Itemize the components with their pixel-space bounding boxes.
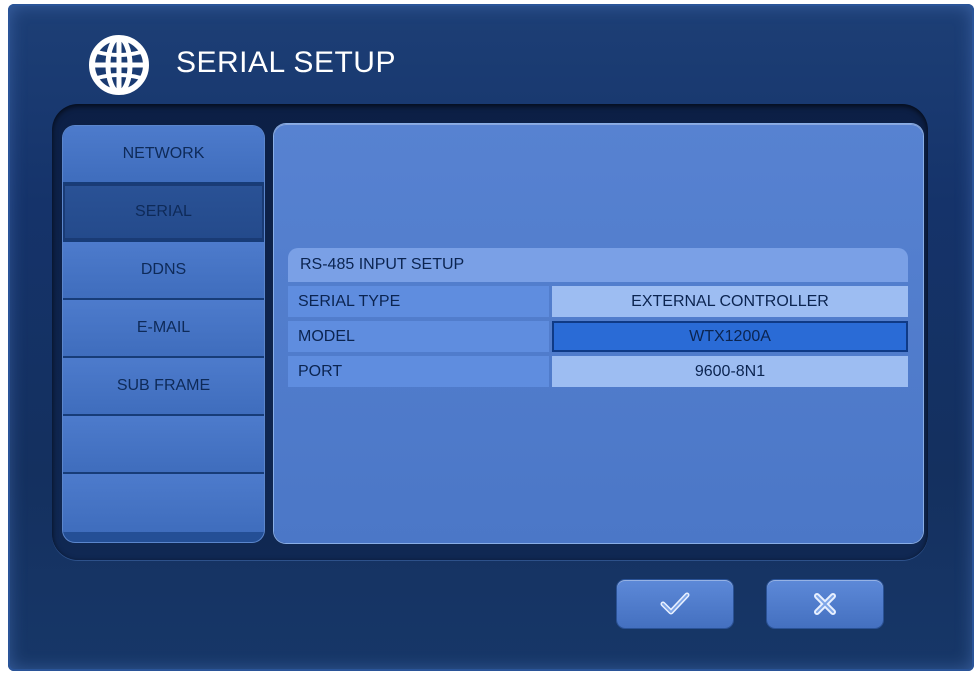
section-title: RS-485 INPUT SETUP (300, 256, 465, 273)
cancel-button[interactable] (767, 580, 883, 628)
sidebar-item-sub-frame[interactable]: SUB FRAME (63, 358, 264, 416)
sidebar-item-email[interactable]: E-MAIL (63, 300, 264, 358)
sidebar-item-label: SUB FRAME (116, 377, 211, 394)
setting-label: PORT (288, 356, 549, 387)
section-header: RS-485 INPUT SETUP (288, 248, 908, 282)
sidebar-item-serial[interactable]: SERIAL (63, 184, 264, 242)
x-icon (814, 593, 836, 615)
sidebar-item-label: NETWORK (122, 145, 205, 162)
globe-icon (89, 35, 149, 95)
setting-label: MODEL (288, 321, 549, 352)
header: SERIAL SETUP (8, 4, 974, 114)
setting-row-serial-type: SERIAL TYPE EXTERNAL CONTROLLER (288, 286, 908, 317)
sidebar-item-empty (63, 474, 264, 532)
checkmark-icon (660, 592, 690, 615)
setting-row-model: MODEL WTX1200A (288, 321, 908, 352)
sidebar-item-label: DDNS (140, 261, 187, 278)
ok-button[interactable] (617, 580, 733, 628)
sidebar-item-network[interactable]: NETWORK (63, 126, 264, 184)
sidebar-item-empty (63, 416, 264, 474)
port-select[interactable]: 9600-8N1 (552, 356, 908, 387)
sidebar: NETWORK SERIAL DDNS E-MAIL SUB FRAME (63, 126, 264, 542)
sidebar-item-ddns[interactable]: DDNS (63, 242, 264, 300)
setting-row-port: PORT 9600-8N1 (288, 356, 908, 387)
page-title: SERIAL SETUP (176, 46, 396, 79)
sidebar-item-label: SERIAL (135, 203, 192, 220)
model-select[interactable]: WTX1200A (552, 321, 908, 352)
sidebar-item-label: E-MAIL (136, 319, 191, 336)
setting-label: SERIAL TYPE (288, 286, 549, 317)
serial-type-select[interactable]: EXTERNAL CONTROLLER (552, 286, 908, 317)
